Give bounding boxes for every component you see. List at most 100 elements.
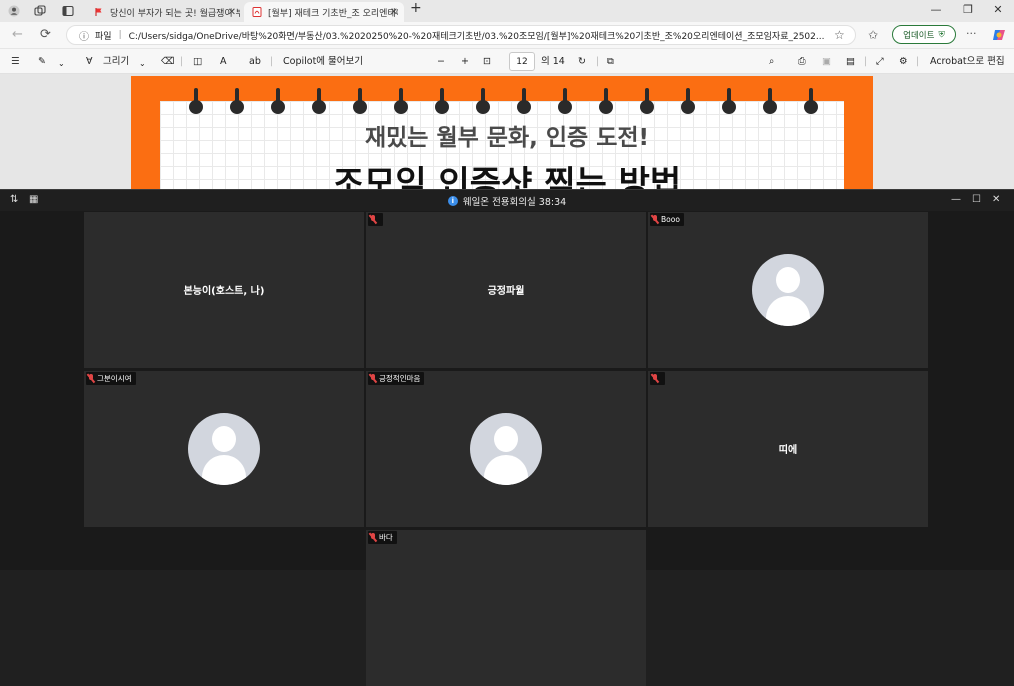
participant-tile[interactable]: 띠에 <box>648 371 928 527</box>
update-label: 업데이트 <box>903 30 935 41</box>
zoom-out-icon[interactable]: − <box>437 55 445 68</box>
minimize-icon[interactable]: — <box>928 3 944 16</box>
participant-name-tag <box>650 372 665 385</box>
close-tab-icon[interactable]: ✕ <box>390 7 398 18</box>
close-icon[interactable]: ✕ <box>992 194 1000 205</box>
binding-ring <box>599 88 613 114</box>
address-bar[interactable]: ⓘ 파일 | C:/Users/sidga/OneDrive/바탕%20화면/부… <box>66 25 856 45</box>
save-icon[interactable]: ▣ <box>822 55 831 68</box>
flag-favicon-icon <box>95 8 102 16</box>
binding-ring <box>804 88 818 114</box>
close-tab-icon[interactable]: ✕ <box>228 7 236 18</box>
new-tab-button[interactable]: + <box>410 1 422 15</box>
favorites-list-icon[interactable]: ✩ <box>868 28 878 42</box>
binding-ring <box>189 88 203 114</box>
mic-muted-icon <box>86 373 95 384</box>
two-page-icon[interactable]: ⧉ <box>607 55 614 68</box>
page-view-icon[interactable]: ◫ <box>193 55 202 68</box>
binding-ring <box>558 88 572 114</box>
toolbar-divider: | <box>596 56 600 67</box>
print-icon[interactable]: ⎙ <box>798 55 806 68</box>
meeting-title-bar: ⇅ ▦ i 웨일온 전용회의실 38:34 — ☐ ✕ <box>0 190 1014 211</box>
address-divider: | <box>118 30 122 40</box>
toolbar-divider: | <box>180 56 184 67</box>
default-avatar-icon <box>470 413 542 485</box>
url-text[interactable]: C:/Users/sidga/OneDrive/바탕%20화면/부동산/03.%… <box>129 29 825 42</box>
highlight-dropdown-icon[interactable]: ⌄ <box>58 57 65 70</box>
pdf-favicon-icon <box>252 7 262 17</box>
binding-ring <box>230 88 244 114</box>
draw-dropdown-icon[interactable]: ⌄ <box>139 57 146 70</box>
restore-icon[interactable]: ❐ <box>960 3 976 16</box>
copilot-icon[interactable] <box>992 28 1006 42</box>
info-icon[interactable]: i <box>447 196 458 206</box>
acrobat-edit-button[interactable]: Acrobat으로 편집 <box>930 55 1005 68</box>
favorite-star-icon[interactable]: ☆ <box>834 28 845 42</box>
refresh-icon[interactable]: ⟳ <box>40 28 51 42</box>
slide-subtitle: 재밌는 월부 문화, 인증 도전! <box>364 125 650 151</box>
participant-tile[interactable]: 바다 <box>366 530 646 686</box>
participant-tile[interactable]: 그분이시여 <box>84 371 364 527</box>
mic-muted-icon <box>650 214 659 225</box>
settings-gear-icon[interactable]: ⚙ <box>899 55 908 68</box>
update-button[interactable]: 업데이트 ⛨ <box>892 25 956 44</box>
slide-title: 조모임 인증샷 찍는 방법 <box>332 164 682 190</box>
default-avatar-icon <box>188 413 260 485</box>
binding-ring <box>640 88 654 114</box>
binding-ring <box>517 88 531 114</box>
vertical-tabs-icon[interactable] <box>62 5 74 17</box>
mic-muted-icon <box>368 532 377 543</box>
fit-page-icon[interactable]: ⊡ <box>483 55 491 68</box>
zoom-in-icon[interactable]: + <box>461 55 469 68</box>
more-menu-button[interactable]: ··· <box>966 27 977 41</box>
draw-label[interactable]: 그리기 <box>103 55 129 68</box>
pdf-viewport[interactable]: 재밌는 월부 문화, 인증 도전! 조모임 인증샷 찍는 방법 <box>0 74 1014 190</box>
participant-name: 띠에 <box>778 445 798 456</box>
back-icon[interactable]: ← <box>12 28 23 42</box>
meeting-title-text: 웨일온 전용회의실 38:34 <box>462 197 567 208</box>
participant-tag-name: Booo <box>661 215 680 224</box>
toolbar-divider: | <box>270 56 274 67</box>
tab-wolbu-home[interactable]: 당신이 부자가 되는 곳! 월급쟁이 부자들 ✕ <box>86 2 242 22</box>
rotate-icon[interactable]: ↻ <box>578 55 586 68</box>
participant-tile[interactable]: 긍정적인마음 <box>366 371 646 527</box>
meeting-title: i 웨일온 전용회의실 38:34 <box>0 194 1014 208</box>
binding-ring <box>722 88 736 114</box>
binding-ring <box>353 88 367 114</box>
binding-ring <box>312 88 326 114</box>
toolbar-divider: | <box>916 56 920 67</box>
pdf-toolbar: ☰ ✎ ⌄ ∀ 그리기 ⌄ ⌫ | ◫ A ab | Copilot에 물어보기… <box>0 48 1014 74</box>
translate-icon[interactable]: ab <box>249 55 261 68</box>
highlight-icon[interactable]: ✎ <box>38 55 46 68</box>
file-scheme-label: 파일 <box>95 31 112 42</box>
participant-tile[interactable]: 본능이(호스트, 나) <box>84 212 364 368</box>
binding-ring <box>763 88 777 114</box>
draw-icon[interactable]: ∀ <box>86 55 93 68</box>
participant-name-tag: 바다 <box>368 531 397 544</box>
update-shield-icon: ⛨ <box>938 29 945 40</box>
copilot-ask-button[interactable]: Copilot에 물어보기 <box>283 55 363 68</box>
search-icon[interactable]: ⌕ <box>769 55 774 68</box>
participant-tile[interactable]: 긍정파월 <box>366 212 646 368</box>
participant-tile[interactable]: Booo <box>648 212 928 368</box>
participant-tag-name: 긍정적인마음 <box>379 374 421 383</box>
participant-name-tag: 그분이시여 <box>86 372 136 385</box>
save-as-icon[interactable]: ▤ <box>846 55 855 68</box>
contents-icon[interactable]: ☰ <box>11 55 20 68</box>
fullscreen-icon[interactable]: ⤢ <box>876 55 884 68</box>
minimize-icon[interactable]: — <box>951 194 961 205</box>
info-icon[interactable]: ⓘ <box>79 28 89 43</box>
workspaces-icon[interactable] <box>34 5 46 17</box>
eraser-icon[interactable]: ⌫ <box>161 55 174 68</box>
page-number-input[interactable]: 12 <box>509 52 535 71</box>
profile-icon[interactable] <box>8 5 20 17</box>
tab-pdf-document[interactable]: [월부] 재테크 기초반_조 오리엔테이션 ✕ <box>244 2 404 22</box>
binding-ring <box>681 88 695 114</box>
maximize-icon[interactable]: ☐ <box>972 194 981 205</box>
participant-tag-name: 바다 <box>379 533 393 542</box>
meeting-window: ⇅ ▦ i 웨일온 전용회의실 38:34 — ☐ ✕ 본능이(호스트, 나) … <box>0 189 1014 686</box>
binding-ring <box>435 88 449 114</box>
read-aloud-icon[interactable]: A <box>220 55 227 68</box>
binding-ring <box>476 88 490 114</box>
close-window-icon[interactable]: ✕ <box>990 3 1006 16</box>
